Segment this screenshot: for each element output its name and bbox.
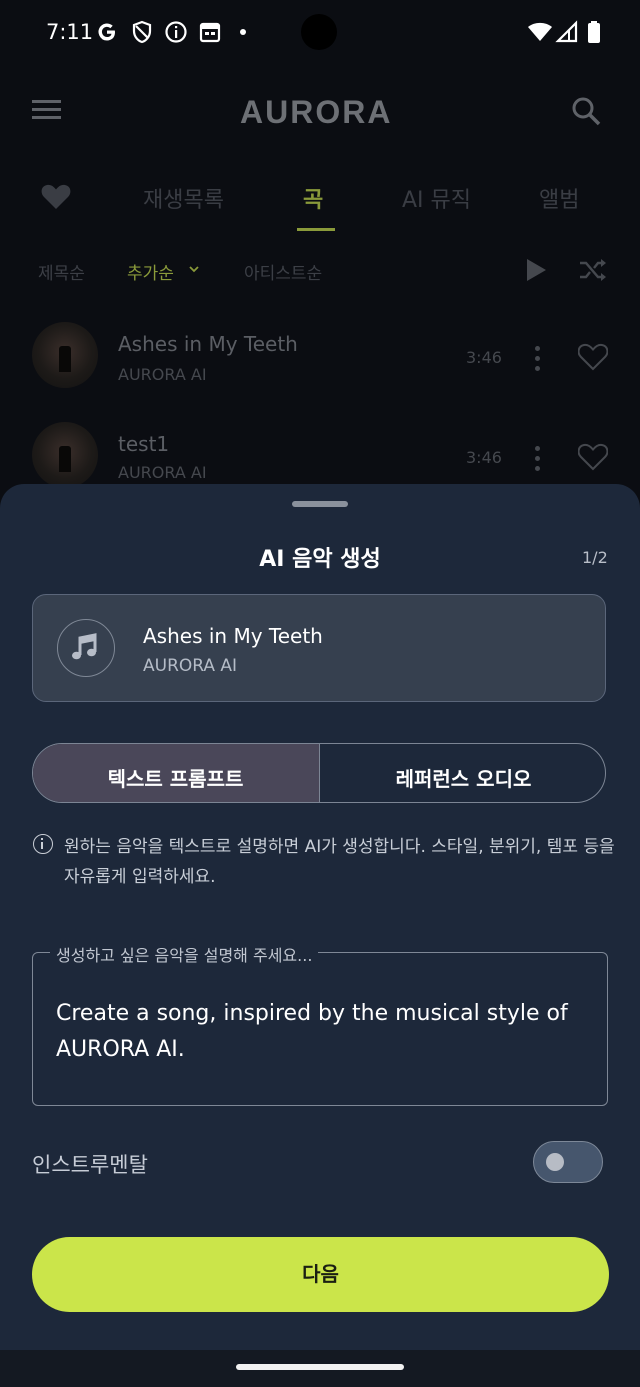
- shuffle-icon[interactable]: [579, 258, 607, 282]
- info-status-icon: [165, 21, 187, 43]
- tab-playlists[interactable]: 재생목록: [143, 182, 224, 214]
- wifi-icon: [528, 22, 552, 41]
- song-duration: 3:46: [466, 348, 502, 367]
- selected-song-title: Ashes in My Teeth: [143, 624, 323, 648]
- calendar-icon: [199, 22, 221, 43]
- prompt-input-value[interactable]: Create a song, inspired by the musical s…: [56, 996, 586, 1068]
- sort-by-title[interactable]: 제목순: [38, 259, 85, 284]
- google-icon: [98, 23, 115, 41]
- tab-indicator: [297, 228, 335, 231]
- drag-handle[interactable]: [292, 501, 348, 507]
- instrumental-label: 인스트루멘탈: [32, 1153, 148, 1177]
- chevron-down-icon: [189, 266, 199, 273]
- toggle-knob: [546, 1153, 564, 1171]
- signal-icon: [555, 20, 578, 43]
- song-title: test1: [118, 432, 170, 456]
- song-row[interactable]: Ashes in My Teeth AURORA AI 3:46: [0, 310, 640, 402]
- next-button[interactable]: 다음: [32, 1237, 609, 1312]
- menu-icon[interactable]: [32, 98, 62, 122]
- search-icon[interactable]: [571, 96, 601, 126]
- album-art: [32, 322, 98, 388]
- song-artist: AURORA AI: [118, 463, 207, 482]
- home-indicator[interactable]: [236, 1364, 404, 1370]
- step-indicator: 1/2: [582, 548, 608, 567]
- song-title: Ashes in My Teeth: [118, 332, 298, 356]
- segment-reference-audio[interactable]: 레퍼런스 오디오: [320, 763, 607, 792]
- app-logo: AURORA: [240, 94, 393, 130]
- music-note-icon: [57, 619, 115, 677]
- status-bar: 7:11: [0, 0, 640, 66]
- camera-cutout: [301, 14, 337, 50]
- more-options-icon[interactable]: [533, 446, 541, 476]
- heart-outline-icon[interactable]: [578, 443, 608, 471]
- sheet-title: AI 음악 생성: [259, 547, 381, 572]
- info-icon: [33, 834, 53, 854]
- song-duration: 3:46: [466, 448, 502, 467]
- favorites-tab-heart-icon[interactable]: [41, 183, 71, 210]
- album-art: [32, 422, 98, 488]
- sort-by-added[interactable]: 추가순: [127, 259, 174, 284]
- shield-icon: [132, 20, 152, 44]
- more-options-icon[interactable]: [533, 346, 541, 376]
- heart-outline-icon[interactable]: [578, 343, 608, 371]
- tab-ai-music[interactable]: AI 뮤직: [402, 182, 471, 214]
- play-all-icon[interactable]: [525, 258, 547, 282]
- segment-text-prompt[interactable]: 텍스트 프롬프트: [32, 763, 319, 792]
- status-time: 7:11: [46, 20, 94, 44]
- battery-icon: [588, 21, 600, 43]
- info-description: 원하는 음악을 텍스트로 설명하면 AI가 생성합니다. 스타일, 분위기, 템…: [64, 837, 615, 887]
- prompt-field-label: 생성하고 싶은 음악을 설명해 주세요...: [50, 942, 319, 966]
- sort-by-artist[interactable]: 아티스트순: [244, 259, 322, 284]
- tab-songs[interactable]: 곡: [303, 182, 323, 214]
- dot-icon: [240, 29, 246, 35]
- selected-song-artist: AURORA AI: [143, 656, 238, 676]
- tab-albums[interactable]: 앨범: [539, 182, 579, 214]
- instrumental-toggle[interactable]: [533, 1141, 603, 1183]
- selected-song-card: [32, 594, 606, 702]
- song-artist: AURORA AI: [118, 365, 207, 384]
